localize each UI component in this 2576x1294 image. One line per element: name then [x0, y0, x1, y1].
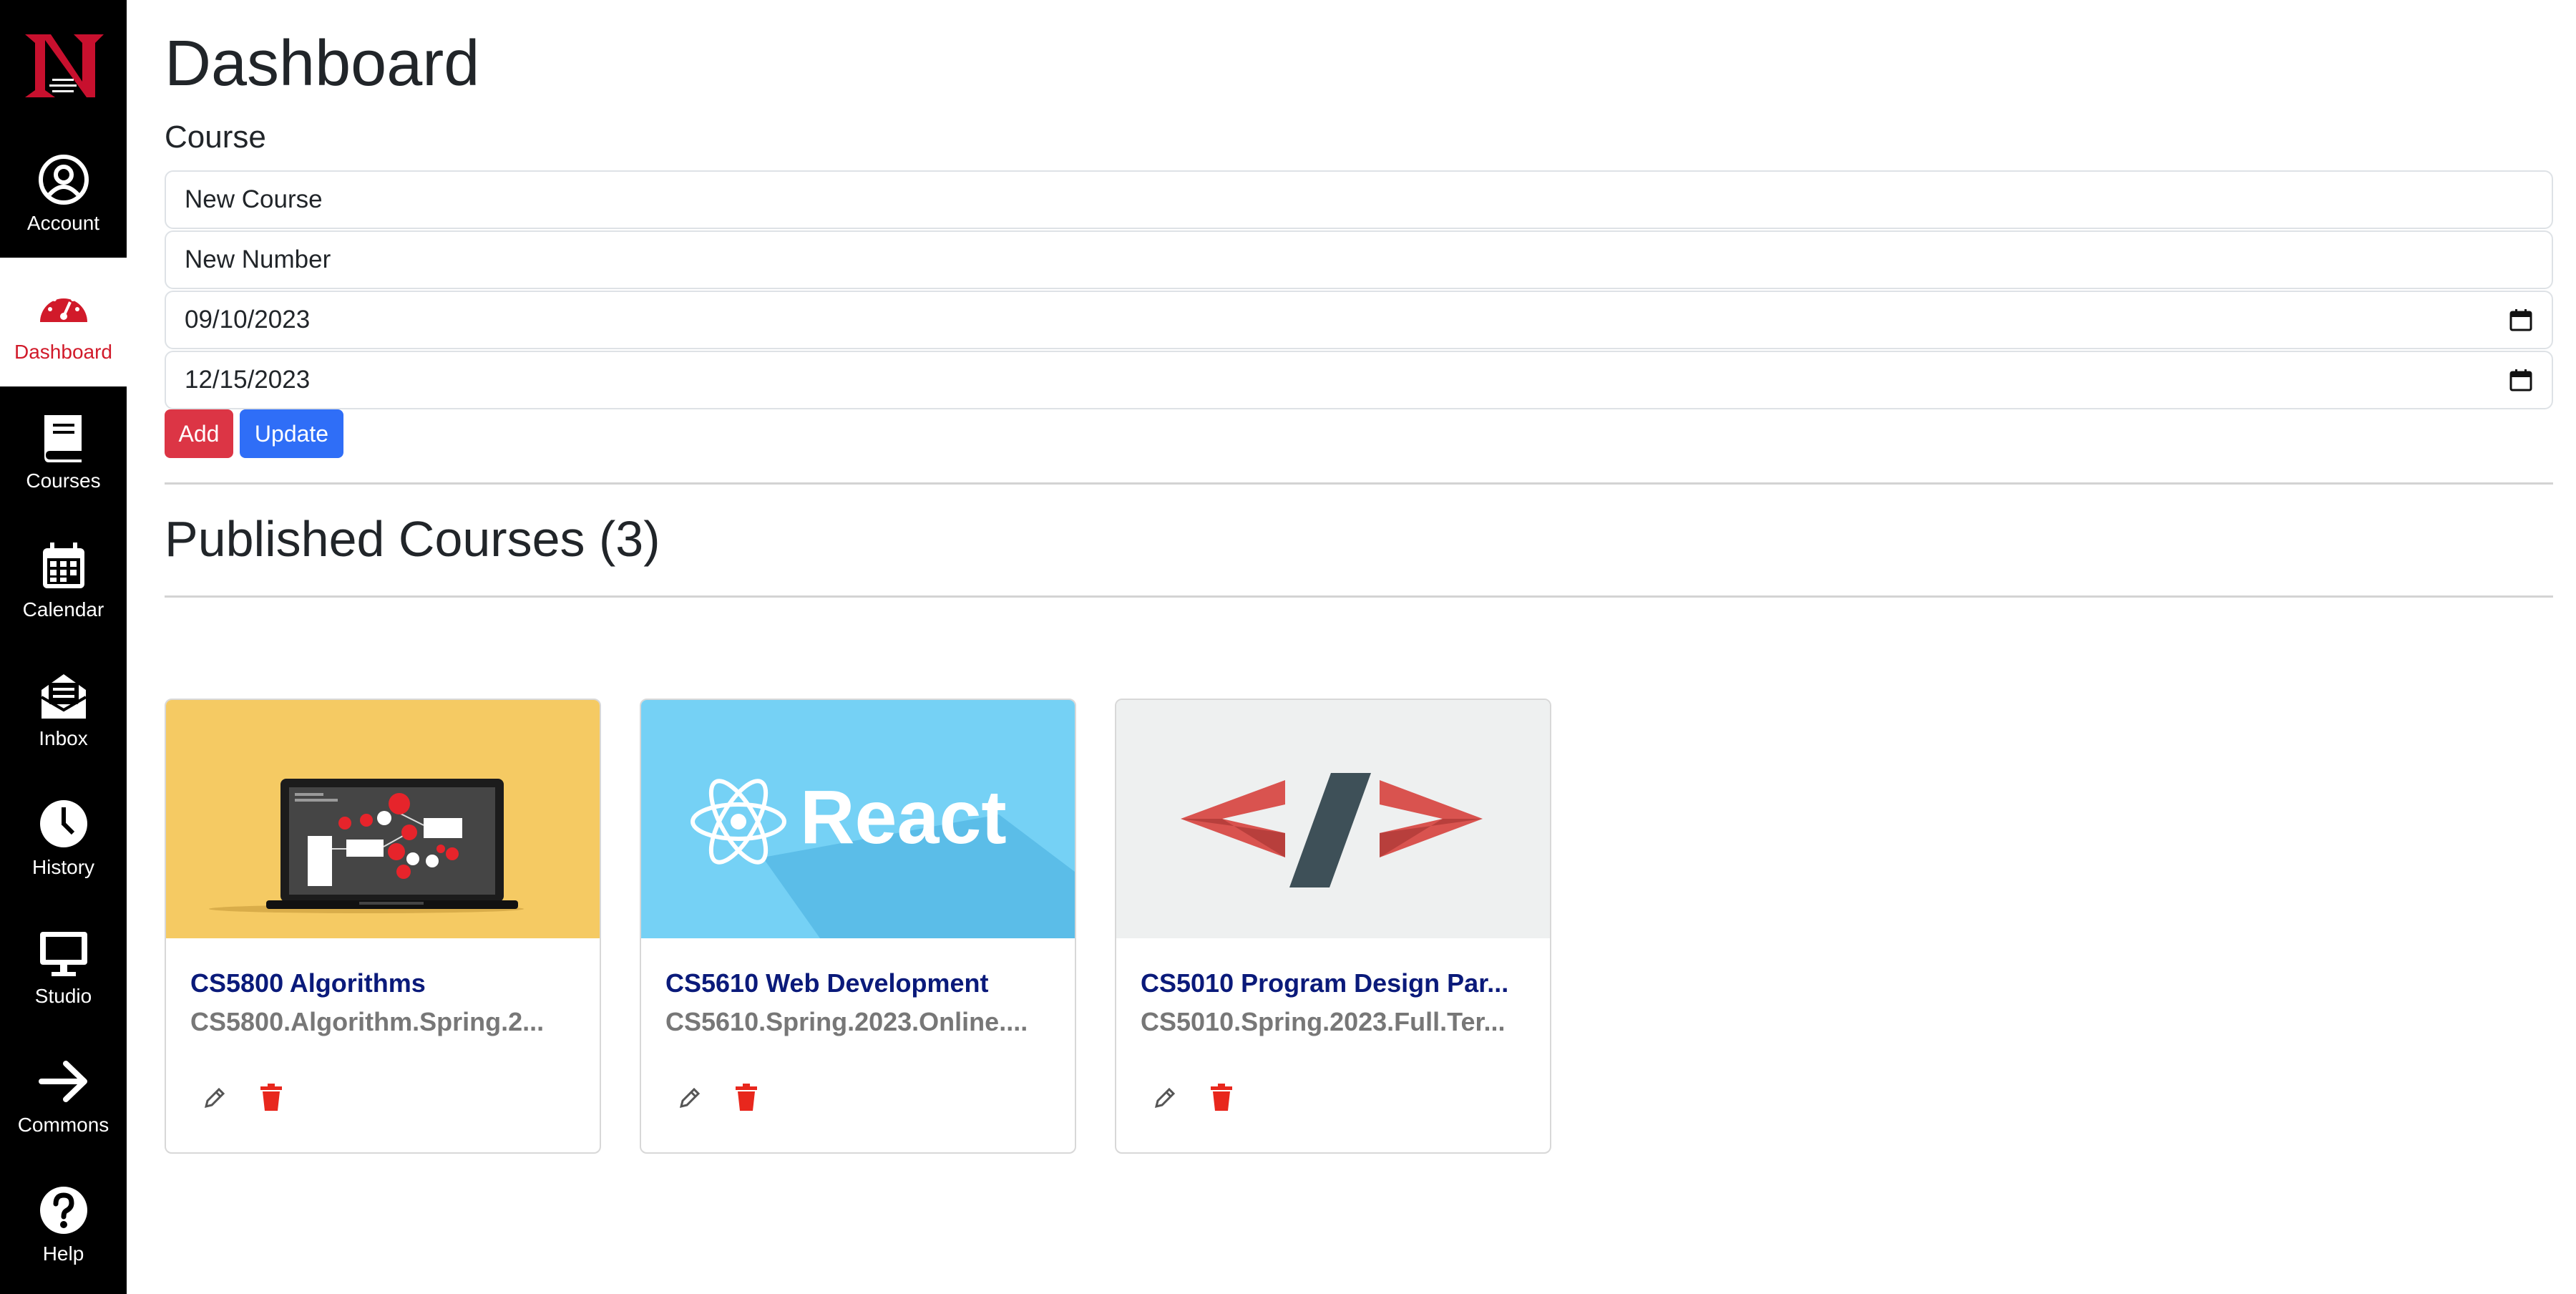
- course-card[interactable]: React CS5610 Web Development CS5610.Spri…: [640, 699, 1076, 1154]
- monitor-icon: [39, 932, 87, 976]
- course-form-label: Course: [165, 120, 266, 155]
- code-brackets-image: [1116, 700, 1550, 938]
- course-subtitle: CS5610.Spring.2023.Online....: [665, 1007, 1028, 1036]
- sidebar-item-label: Help: [42, 1242, 84, 1265]
- calendar-picker-icon[interactable]: [2509, 308, 2533, 332]
- account-icon: [38, 155, 89, 205]
- book-icon: [44, 415, 82, 462]
- trash-icon[interactable]: [258, 1082, 285, 1114]
- pencil-icon[interactable]: [1151, 1082, 1178, 1114]
- divider: [165, 595, 2553, 598]
- end-date-value: 12/15/2023: [185, 366, 311, 394]
- update-button[interactable]: Update: [240, 409, 343, 458]
- sidebar-item-inbox[interactable]: Inbox: [0, 644, 127, 773]
- sidebar-item-label: History: [31, 856, 95, 878]
- divider: [165, 482, 2553, 485]
- pencil-icon[interactable]: [675, 1082, 703, 1114]
- course-number-value: New Number: [185, 245, 331, 273]
- react-logo-text: React: [800, 775, 1007, 860]
- sidebar-item-calendar[interactable]: Calendar: [0, 515, 127, 644]
- calendar-picker-icon[interactable]: [2509, 368, 2533, 392]
- pencil-icon[interactable]: [200, 1082, 228, 1114]
- sidebar-item-label: Inbox: [39, 727, 88, 749]
- course-name-value: New Course: [185, 185, 323, 213]
- course-title-link[interactable]: CS5800 Algorithms: [190, 968, 577, 998]
- clock-icon: [39, 800, 87, 847]
- start-date-input[interactable]: 09/10/2023: [165, 291, 2553, 349]
- dashboard-icon: [39, 293, 87, 322]
- sidebar: Account Dashboard Courses Calendar Inbox…: [0, 0, 127, 1294]
- sidebar-item-history[interactable]: History: [0, 773, 127, 902]
- published-courses-heading: Published Courses (3): [165, 511, 660, 567]
- sidebar-item-courses[interactable]: Courses: [0, 386, 127, 515]
- laptop-flowchart-image: [166, 700, 600, 938]
- course-name-input[interactable]: New Course: [165, 170, 2553, 229]
- end-date-input[interactable]: 12/15/2023: [165, 351, 2553, 409]
- trash-icon[interactable]: [733, 1082, 760, 1114]
- sidebar-item-dashboard[interactable]: Dashboard: [0, 258, 127, 386]
- sidebar-item-commons[interactable]: Commons: [0, 1031, 127, 1159]
- northeastern-logo[interactable]: [0, 0, 127, 129]
- trash-icon[interactable]: [1208, 1082, 1235, 1114]
- course-number-input[interactable]: New Number: [165, 230, 2553, 289]
- add-button[interactable]: Add: [165, 409, 233, 458]
- sidebar-item-label: Studio: [34, 985, 92, 1007]
- sidebar-item-account[interactable]: Account: [0, 129, 127, 258]
- page-title: Dashboard: [165, 28, 480, 99]
- arrow-right-icon: [38, 1061, 87, 1102]
- course-subtitle: CS5010.Spring.2023.Full.Ter...: [1141, 1007, 1506, 1036]
- calendar-icon: [42, 543, 84, 588]
- course-card[interactable]: CS5800 Algorithms CS5800.Algorithm.Sprin…: [165, 699, 601, 1154]
- react-logo-image: React: [641, 700, 1075, 938]
- start-date-value: 09/10/2023: [185, 306, 311, 334]
- course-title-link[interactable]: CS5010 Program Design Par...: [1141, 968, 1527, 998]
- sidebar-item-label: Calendar: [22, 598, 104, 621]
- question-icon: [39, 1187, 87, 1234]
- sidebar-item-label: Courses: [26, 470, 101, 492]
- course-subtitle: CS5800.Algorithm.Spring.2...: [190, 1007, 545, 1036]
- sidebar-item-label: Commons: [17, 1114, 109, 1136]
- inbox-icon: [40, 674, 87, 719]
- sidebar-item-label: Dashboard: [14, 341, 112, 363]
- northeastern-logo-icon: [24, 34, 104, 97]
- course-title-link[interactable]: CS5610 Web Development: [665, 968, 1052, 998]
- sidebar-item-label: Account: [26, 212, 100, 234]
- course-card[interactable]: CS5010 Program Design Par... CS5010.Spri…: [1115, 699, 1551, 1154]
- sidebar-item-help[interactable]: Help: [0, 1159, 127, 1288]
- sidebar-item-studio[interactable]: Studio: [0, 902, 127, 1031]
